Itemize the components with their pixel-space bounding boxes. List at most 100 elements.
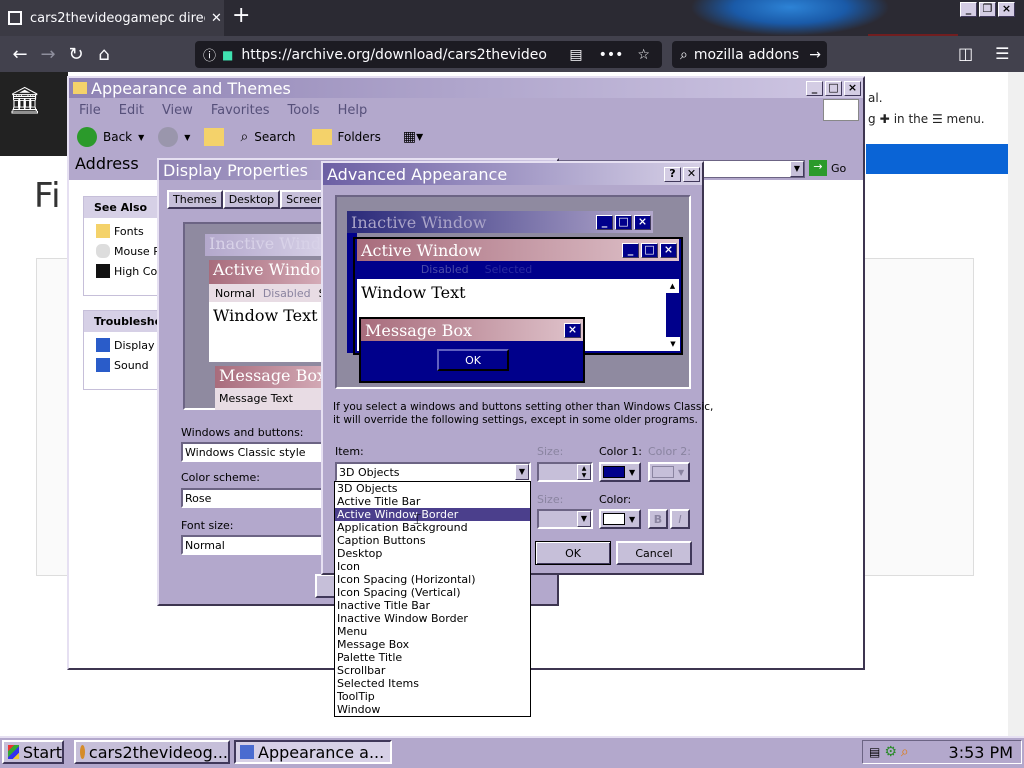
search-tray-icon[interactable]: ⌕ <box>901 744 909 760</box>
explorer-maximize-button[interactable]: □ <box>825 80 842 96</box>
sidebar-icon[interactable]: ◫ <box>958 44 973 63</box>
item-dropdown-arrow-icon[interactable]: ▼ <box>515 464 529 480</box>
dropdown-option[interactable]: Inactive Window Border <box>335 612 530 625</box>
tab-themes[interactable]: Themes <box>167 190 223 209</box>
close-button[interactable]: ✕ <box>683 166 700 182</box>
dropdown-option[interactable]: Active Window Border <box>335 508 530 521</box>
dropdown-option[interactable]: Selected Items <box>335 677 530 690</box>
font-size-select[interactable]: Normal <box>181 535 327 555</box>
color-scheme-select[interactable]: Rose <box>181 488 327 508</box>
ok-button[interactable]: OK <box>535 541 611 565</box>
menu-help[interactable]: Help <box>338 103 368 118</box>
item-select[interactable]: 3D Objects ▼ <box>335 462 531 482</box>
notification-button-bar[interactable] <box>866 144 1022 174</box>
dropdown-option[interactable]: Icon Spacing (Vertical) <box>335 586 530 599</box>
reload-icon[interactable]: ↻ <box>62 44 90 65</box>
info-icon[interactable]: ⓘ <box>203 45 216 64</box>
help-button[interactable]: ? <box>664 166 681 182</box>
folders-icon[interactable] <box>311 129 332 145</box>
forward-dropdown-icon[interactable]: ▼ <box>184 133 190 142</box>
go-button[interactable]: → Go <box>809 160 846 176</box>
display-preview: Inactive Windo Active Window Normal Disa… <box>183 222 335 410</box>
bold-button[interactable]: B <box>648 509 668 529</box>
keyboard-tray-icon[interactable]: ▤ <box>869 745 880 759</box>
tab-close-icon[interactable]: ✕ <box>211 11 222 26</box>
maximize-icon[interactable]: ❐ <box>979 2 996 17</box>
explorer-title-bar[interactable]: Appearance and Themes _ □ × <box>69 78 863 98</box>
back-arrow-icon[interactable]: ← <box>6 44 34 65</box>
dropdown-option[interactable]: Desktop <box>335 547 530 560</box>
forward-icon[interactable] <box>158 127 179 147</box>
cancel-button[interactable]: Cancel <box>616 541 692 565</box>
url-bar[interactable]: ⓘ ■ https://archive.org/download/cars2th… <box>195 41 662 68</box>
address-dropdown-arrow-icon[interactable]: ▼ <box>790 161 804 177</box>
dropdown-option[interactable]: Inactive Title Bar <box>335 599 530 612</box>
minimize-icon[interactable]: _ <box>960 2 977 17</box>
preview-selected-item: Selected <box>484 262 533 276</box>
start-button[interactable]: Start <box>2 740 64 764</box>
back-icon[interactable] <box>77 127 97 147</box>
size-spinner-arrows-icon[interactable]: ▲ ▼ <box>577 464 591 480</box>
dropdown-option[interactable]: ToolTip <box>335 690 530 703</box>
dropdown-option[interactable]: Menu <box>335 625 530 638</box>
clock[interactable]: 3:53 PM <box>949 743 1013 762</box>
color2-picker[interactable]: ▼ <box>648 462 690 482</box>
forward-arrow-icon[interactable]: → <box>34 44 62 65</box>
tab-desktop[interactable]: Desktop <box>222 190 281 209</box>
see-also-mouse[interactable]: Mouse P <box>114 245 160 258</box>
dropdown-option[interactable]: Icon Spacing (Horizontal) <box>335 573 530 586</box>
dropdown-option[interactable]: Scrollbar <box>335 664 530 677</box>
see-also-fonts[interactable]: Fonts <box>114 225 144 238</box>
dropdown-option[interactable]: Palette Title <box>335 651 530 664</box>
back-button[interactable]: Back <box>103 130 132 144</box>
search-button[interactable]: Search <box>254 130 295 144</box>
taskbar-task-firefox[interactable]: cars2thevideog... <box>74 740 230 764</box>
back-dropdown-icon[interactable]: ▼ <box>138 133 144 142</box>
dropdown-option[interactable]: Window <box>335 703 530 716</box>
active-close-icon: × <box>660 242 677 258</box>
see-also-high-contrast[interactable]: High Co <box>114 265 157 278</box>
page-actions-icon[interactable]: ••• <box>599 47 624 63</box>
menu-file[interactable]: File <box>79 103 101 118</box>
windows-buttons-select[interactable]: Windows Classic style <box>181 442 327 462</box>
views-icon[interactable]: ▦▾ <box>403 129 423 145</box>
new-tab-button[interactable]: + <box>232 3 250 28</box>
item-dropdown-list[interactable]: 3D Objects Active Title Bar Active Window … <box>334 481 531 717</box>
taskbar-task-appearance[interactable]: Appearance a... <box>234 740 392 764</box>
color1-picker[interactable]: ▼ <box>599 462 641 482</box>
troubleshoot-display[interactable]: Display <box>114 339 155 352</box>
hamburger-menu-icon[interactable]: ☰ <box>995 44 1009 63</box>
explorer-minimize-button[interactable]: _ <box>806 80 823 96</box>
advanced-title-bar[interactable]: Advanced Appearance ? ✕ <box>323 163 702 185</box>
dropdown-option[interactable]: Message Box <box>335 638 530 651</box>
font-color-picker[interactable]: ▼ <box>599 509 641 529</box>
search-magnifier-icon[interactable]: ⌕ <box>240 129 248 145</box>
font-size-select[interactable]: ▼ <box>537 509 593 529</box>
dropdown-option[interactable]: Active Title Bar <box>335 495 530 508</box>
size-spinner[interactable]: ▲ ▼ <box>537 462 593 482</box>
menu-tools[interactable]: Tools <box>288 103 320 118</box>
up-folder-icon[interactable] <box>204 128 225 146</box>
dropdown-option[interactable]: 3D Objects <box>335 482 530 495</box>
menu-view[interactable]: View <box>162 103 193 118</box>
bookmark-star-icon[interactable]: ☆ <box>637 47 650 63</box>
menu-favorites[interactable]: Favorites <box>211 103 270 118</box>
dropdown-option[interactable]: Icon <box>335 560 530 573</box>
home-icon[interactable]: ⌂ <box>90 44 118 65</box>
close-icon[interactable]: × <box>998 2 1015 17</box>
search-bar[interactable]: ⌕ mozilla addons → <box>672 41 827 68</box>
folders-button[interactable]: Folders <box>338 130 381 144</box>
browser-tab[interactable]: cars2thevideogamepc direc ✕ <box>0 0 224 36</box>
search-go-arrow-icon[interactable]: → <box>809 47 821 63</box>
troubleshoot-sound[interactable]: Sound <box>114 359 149 372</box>
reader-view-icon[interactable]: ▤ <box>569 47 582 63</box>
page-scrollbar[interactable] <box>1008 72 1024 736</box>
menu-edit[interactable]: Edit <box>119 103 144 118</box>
network-tray-icon[interactable]: ⚙ <box>884 744 897 760</box>
italic-button[interactable]: I <box>670 509 690 529</box>
font-size-arrow-icon[interactable]: ▼ <box>577 511 591 527</box>
dropdown-option[interactable]: Application Background <box>335 521 530 534</box>
explorer-close-button[interactable]: × <box>844 80 861 96</box>
dropdown-option[interactable]: Caption Buttons <box>335 534 530 547</box>
preview-msgbox-text: Message Text <box>367 343 441 356</box>
